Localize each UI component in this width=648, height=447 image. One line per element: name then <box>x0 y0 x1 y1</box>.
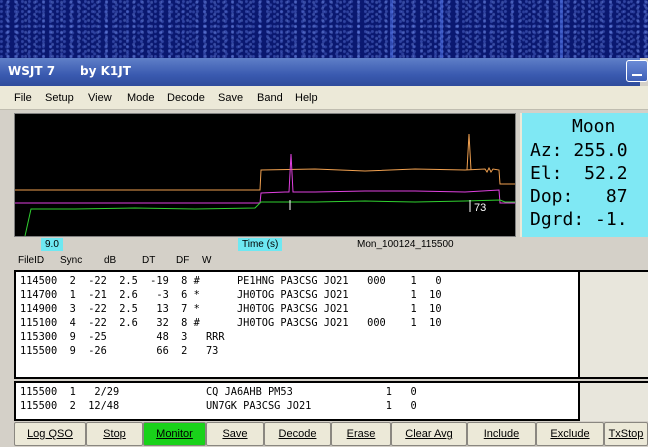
window-titlebar: WSJT 7 by K1JT <box>0 58 640 86</box>
trace-magenta <box>15 153 515 204</box>
col-db: dB <box>104 255 117 266</box>
window-author: by K1JT <box>80 64 131 78</box>
decoded-line: 114500 2 -22 2.5 -19 8 # PE1HNG PA3CSG J… <box>20 275 442 287</box>
col-sync: Sync <box>60 255 83 266</box>
scale-axis-label: Time (s) <box>238 238 283 251</box>
clear-avg-button[interactable]: Clear Avg <box>391 422 467 446</box>
trace-orange-spike <box>466 133 472 171</box>
decoded-text-pane[interactable]: 114500 2 -22 2.5 -19 8 # PE1HNG PA3CSG J… <box>14 270 580 379</box>
column-header: FileID Sync dB DT DF W <box>14 255 516 269</box>
txstop-button[interactable]: TxStop <box>604 422 648 446</box>
col-fileid: FileID <box>18 255 45 266</box>
decoded-line: 115300 9 -25 48 3 RRR <box>20 331 225 343</box>
menu-file[interactable]: File <box>14 92 32 104</box>
col-df: DF <box>176 255 190 266</box>
log-qso-button[interactable]: Log QSO <box>14 422 86 446</box>
menu-mode[interactable]: Mode <box>127 92 155 104</box>
time-scale: 9.0 Time (s) Mon_100124_115500 <box>14 237 516 253</box>
average-line: 115500 1 2/29 CQ JA6AHB PM53 1 0 <box>20 386 417 398</box>
menu-setup[interactable]: Setup <box>45 92 74 104</box>
menu-save[interactable]: Save <box>218 92 243 104</box>
decoded-pane-scrollbar[interactable] <box>580 270 648 379</box>
decode-button[interactable]: Decode <box>264 422 331 446</box>
stop-button[interactable]: Stop <box>86 422 143 446</box>
menu-decode[interactable]: Decode <box>167 92 205 104</box>
signal-scope: 73 <box>14 113 516 237</box>
minimize-icon <box>632 74 642 76</box>
trace-green <box>24 199 515 236</box>
scale-left-value: 9.0 <box>41 238 63 251</box>
average-line: 115500 2 12/48 UN7GK PA3CSG JO21 1 0 <box>20 400 417 412</box>
moon-elevation: El: 52.2 <box>530 163 628 184</box>
moon-panel: Moon Az: 255.0 El: 52.2 Dop: 87 Dgrd: -1… <box>520 113 648 237</box>
menu-band[interactable]: Band <box>257 92 283 104</box>
save-button[interactable]: Save <box>206 422 264 446</box>
exclude-button[interactable]: Exclude <box>536 422 604 446</box>
decoded-line: 114700 1 -21 2.6 -3 6 * JH0TOG PA3CSG JO… <box>20 289 442 301</box>
decoded-line: 115100 4 -22 2.6 32 8 # JH0TOG PA3CSG JO… <box>20 317 442 329</box>
minimize-button[interactable] <box>626 60 648 82</box>
include-button[interactable]: Include <box>467 422 536 446</box>
col-w: W <box>202 255 212 266</box>
menu-bar: File Setup View Mode Decode Save Band He… <box>0 86 648 110</box>
moon-azimuth: Az: 255.0 <box>530 140 628 161</box>
scope-marker-label: 73 <box>474 202 486 214</box>
average-pane-scrollbar[interactable] <box>580 381 648 421</box>
waterfall-display <box>0 0 648 58</box>
decoded-line: 115500 9 -26 66 2 73 <box>20 345 219 357</box>
moon-degradation: Dgrd: -1. <box>530 209 628 230</box>
menu-view[interactable]: View <box>88 92 112 104</box>
moon-title: Moon <box>572 116 616 137</box>
trace-orange <box>15 166 515 191</box>
window-title: WSJT 7 <box>8 64 56 78</box>
average-text-pane[interactable]: 115500 1 2/29 CQ JA6AHB PM53 1 0 115500 … <box>14 381 580 421</box>
col-dt: DT <box>142 255 156 266</box>
decoded-line: 114900 3 -22 2.5 13 7 * JH0TOG PA3CSG JO… <box>20 303 442 315</box>
erase-button[interactable]: Erase <box>331 422 391 446</box>
moon-doppler: Dop: 87 <box>530 186 628 207</box>
file-name: Mon_100124_115500 <box>357 239 454 250</box>
menu-help[interactable]: Help <box>295 92 318 104</box>
monitor-button[interactable]: Monitor <box>143 422 206 446</box>
